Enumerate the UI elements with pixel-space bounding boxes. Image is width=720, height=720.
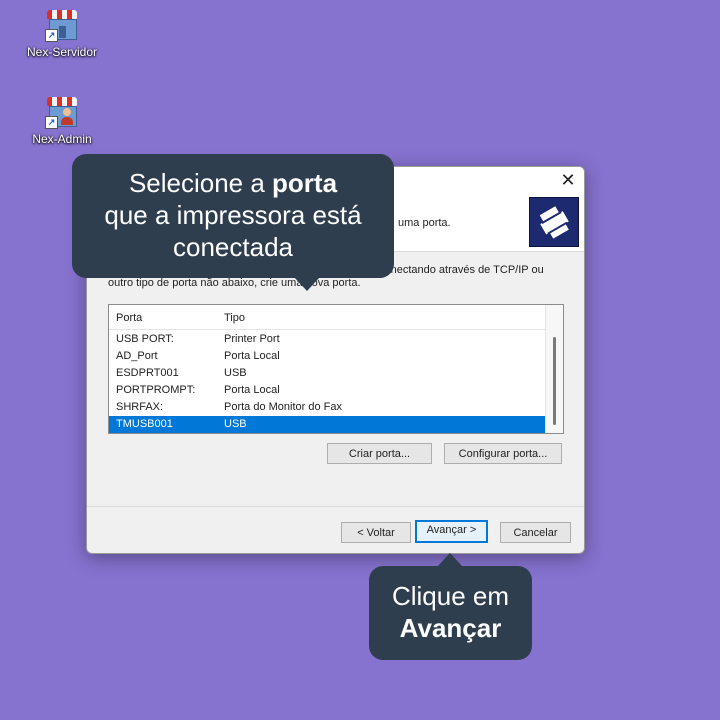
callout-text: Clique em [391, 581, 510, 611]
port-name: SHRFAX: [116, 401, 164, 413]
port-list[interactable]: Porta Tipo USB PORT: Printer Port AD_Por… [108, 304, 564, 434]
printer-icon [529, 197, 579, 247]
port-name: TMUSB001 [116, 418, 173, 430]
close-icon[interactable]: ✕ [558, 170, 578, 190]
cancel-button[interactable]: Cancelar [500, 522, 571, 543]
callout-text: conectada [173, 232, 293, 262]
scrollbar-thumb[interactable] [553, 337, 556, 425]
footer-separator [87, 506, 584, 507]
port-type: Porta do Monitor do Fax [224, 401, 343, 413]
description-line1: conectando através de TCP/IP ou [379, 264, 544, 276]
list-item[interactable]: AD_Port Porta Local [109, 348, 546, 365]
callout-bold: porta [272, 168, 338, 198]
desktop-icon-label: Nex-Servidor [26, 45, 98, 59]
desktop-icon-nex-servidor[interactable]: ↗ Nex-Servidor [22, 8, 102, 59]
port-name: USB PORT: [116, 333, 174, 345]
column-header-tipo[interactable]: Tipo [224, 312, 245, 324]
shortcut-arrow-icon: ↗ [45, 29, 58, 42]
description-line2: outro tipo de porta não abaixo, crie uma… [108, 277, 361, 289]
list-item[interactable]: USB PORT: Printer Port [109, 331, 546, 348]
configure-port-button[interactable]: Configurar porta... [444, 443, 562, 464]
column-header-porta[interactable]: Porta [116, 312, 142, 324]
store-icon: ↗ [45, 8, 79, 42]
callout-pointer [437, 553, 463, 567]
list-item[interactable]: SHRFAX: Porta do Monitor do Fax [109, 399, 546, 416]
port-name: ESDPRT001 [116, 367, 179, 379]
shortcut-arrow-icon: ↗ [45, 116, 58, 129]
list-header: Porta Tipo [109, 305, 563, 330]
list-item-selected[interactable]: TMUSB001 USB [109, 416, 546, 433]
store-admin-icon: ↗ [45, 95, 79, 129]
callout-pointer [294, 277, 320, 291]
desktop-icon-nex-admin[interactable]: ↗ Nex-Admin [22, 95, 102, 146]
port-type: USB [224, 367, 247, 379]
next-button[interactable]: Avançar > [415, 520, 488, 543]
callout-text: Selecione a [128, 168, 273, 198]
list-scrollbar[interactable] [545, 305, 563, 433]
callout-bold: Avançar [399, 613, 502, 643]
header-text: uma porta. [398, 217, 451, 229]
port-name: AD_Port [116, 350, 158, 362]
port-type: USB [224, 418, 247, 430]
port-type: Porta Local [224, 350, 280, 362]
list-item[interactable]: ESDPRT001 USB [109, 365, 546, 382]
port-type: Porta Local [224, 384, 280, 396]
port-type: Printer Port [224, 333, 280, 345]
desktop-icon-label: Nex-Admin [32, 132, 92, 146]
create-port-button[interactable]: Criar porta... [327, 443, 432, 464]
list-item[interactable]: PORTPROMPT: Porta Local [109, 382, 546, 399]
callout-click-next: Clique em Avançar [369, 553, 532, 660]
back-button[interactable]: < Voltar [341, 522, 411, 543]
port-name: PORTPROMPT: [116, 384, 196, 396]
callout-text: que a impressora está [104, 200, 362, 230]
callout-select-port: Selecione a porta que a impressora está … [72, 154, 394, 291]
